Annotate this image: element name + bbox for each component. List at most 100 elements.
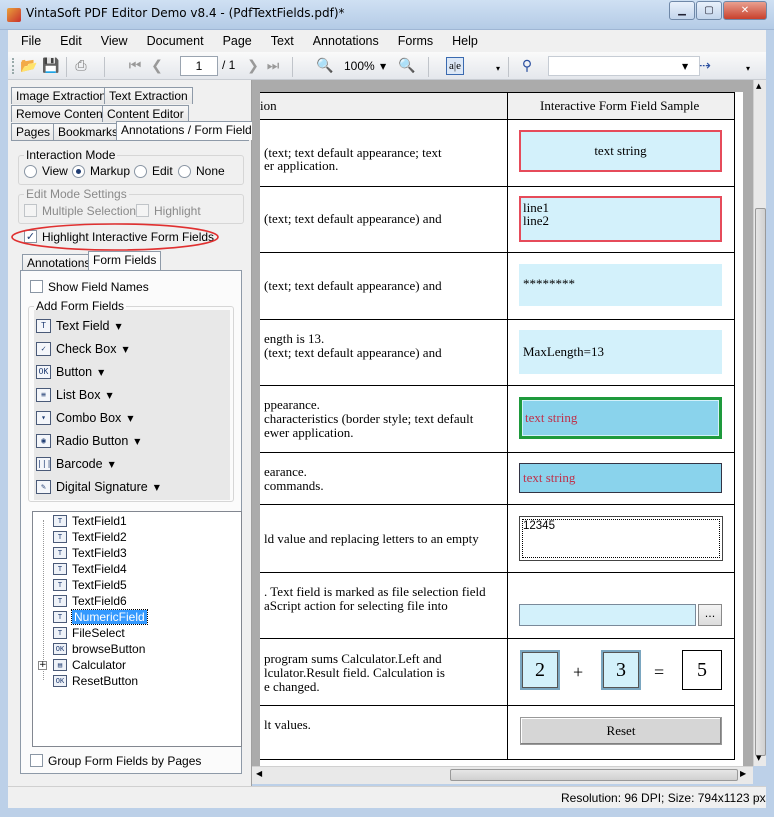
maximize-button[interactable]: ▢: [696, 1, 722, 20]
document-viewer[interactable]: ion Interactive Form Field Sample (text;…: [252, 80, 753, 766]
print-icon[interactable]: ⎙: [72, 57, 90, 75]
tree-item[interactable]: T TextField5: [39, 577, 127, 593]
radio-edit[interactable]: [134, 165, 147, 178]
menu-page[interactable]: Page: [210, 34, 258, 48]
toolbar-overflow-icon[interactable]: ▾: [746, 64, 750, 73]
dropdown-arrow-icon: ▼: [134, 436, 141, 446]
tree-item[interactable]: T TextField3: [39, 545, 127, 561]
add-check-box-button[interactable]: ✓ Check Box ▼: [36, 339, 129, 359]
add-item-label: List Box: [56, 388, 101, 402]
scroll-down-icon[interactable]: ▼: [756, 754, 761, 762]
zoom-out-icon[interactable]: 🔍: [316, 57, 334, 75]
tree-item[interactable]: OK ResetButton: [39, 673, 138, 689]
toolbar-overflow-icon[interactable]: ▾: [496, 64, 500, 73]
horizontal-scrollbar[interactable]: ◀ ▶: [252, 766, 753, 784]
calculator-left-field[interactable]: 2: [520, 650, 560, 690]
calculator-right-field[interactable]: 3: [601, 650, 641, 690]
menu-help[interactable]: Help: [439, 34, 484, 48]
add-button-button[interactable]: OK Button ▼: [36, 362, 104, 382]
tree-item[interactable]: T TextField4: [39, 561, 127, 577]
first-page-icon[interactable]: ⏮: [126, 57, 144, 75]
previous-page-icon[interactable]: ❮: [148, 57, 166, 75]
radio-markup-label: Markup: [90, 164, 131, 178]
tab-image-extraction[interactable]: Image Extraction: [11, 87, 112, 104]
numeric-field[interactable]: 12345: [519, 516, 723, 561]
search-dropdown-icon[interactable]: ▼: [682, 62, 688, 71]
resize-grip-icon[interactable]: ⋰: [752, 795, 761, 805]
menu-forms[interactable]: Forms: [385, 34, 439, 48]
text-selection-icon[interactable]: a|e: [446, 57, 464, 75]
find-next-icon[interactable]: ⇢: [696, 57, 714, 75]
tree-item[interactable]: OK browseButton: [39, 641, 145, 657]
radio-view-label: View: [42, 164, 68, 178]
tab-pages[interactable]: Pages: [11, 123, 56, 140]
scroll-up-icon[interactable]: ▲: [756, 82, 761, 90]
zoom-dropdown-arrow-icon[interactable]: ▼: [380, 62, 386, 71]
multiple-selection-label: Multiple Selection: [42, 204, 137, 218]
reset-button[interactable]: Reset: [520, 717, 722, 745]
vertical-scroll-thumb[interactable]: [755, 208, 766, 756]
find-binoculars-icon[interactable]: ⚲: [518, 57, 536, 75]
add-barcode-button[interactable]: ||| Barcode ▼: [36, 454, 115, 474]
styled-text-field[interactable]: text string: [519, 397, 722, 439]
tree-item[interactable]: T TextField2: [39, 529, 127, 545]
tree-item[interactable]: T TextField1: [39, 513, 127, 529]
save-icon[interactable]: 💾: [42, 57, 60, 75]
tab-bookmarks[interactable]: Bookmarks: [53, 123, 124, 140]
menu-view[interactable]: View: [88, 34, 134, 48]
vertical-scrollbar[interactable]: ▲ ▼: [753, 80, 766, 766]
menu-edit[interactable]: Edit: [47, 34, 88, 48]
tree-item[interactable]: T FileSelect: [39, 625, 125, 641]
add-text-field-button[interactable]: T Text Field ▼: [36, 316, 122, 336]
menu-file[interactable]: File: [8, 34, 47, 48]
tab-remove-content[interactable]: Remove Content: [11, 105, 112, 122]
radio-view[interactable]: [24, 165, 37, 178]
radio-none[interactable]: [178, 165, 191, 178]
tab-content-editor[interactable]: Content Editor: [102, 105, 189, 122]
radio-markup[interactable]: [72, 165, 85, 178]
scroll-right-icon[interactable]: ▶: [740, 769, 746, 778]
next-page-icon[interactable]: ❯: [244, 57, 262, 75]
add-combo-box-button[interactable]: ▾ Combo Box ▼: [36, 408, 133, 428]
maxlength-field[interactable]: MaxLength=13: [519, 330, 722, 374]
show-field-names-checkbox[interactable]: [30, 280, 43, 293]
minimize-button[interactable]: ▁: [669, 1, 695, 20]
password-field[interactable]: ********: [519, 264, 722, 306]
close-button[interactable]: ✕: [723, 1, 767, 20]
zoom-in-icon[interactable]: 🔍: [398, 57, 416, 75]
tree-item[interactable]: T TextField6: [39, 593, 127, 609]
last-page-icon[interactable]: ⏭: [264, 57, 282, 75]
multiple-selection-checkbox[interactable]: [24, 204, 37, 217]
file-select-field[interactable]: [519, 604, 696, 626]
text-field-2-multiline[interactable]: line1 line2: [519, 196, 722, 242]
group-by-pages-checkbox[interactable]: [30, 754, 43, 767]
dropdown-arrow-icon: ▼: [115, 321, 122, 331]
highlight-checkbox[interactable]: [136, 204, 149, 217]
add-radio-button-button[interactable]: ◉ Radio Button ▼: [36, 431, 140, 451]
tree-item-selected[interactable]: T NumericField: [39, 609, 148, 625]
open-folder-icon[interactable]: 📂: [20, 57, 38, 75]
menu-document[interactable]: Document: [134, 34, 210, 48]
tab-annotations[interactable]: Annotations: [22, 254, 96, 271]
tab-form-fields[interactable]: Form Fields: [88, 251, 162, 270]
menu-text[interactable]: Text: [258, 34, 300, 48]
tab-text-extraction[interactable]: Text Extraction: [104, 87, 193, 104]
browse-button[interactable]: ...: [698, 604, 722, 626]
scroll-left-icon[interactable]: ◀: [256, 769, 262, 778]
tab-annotations-form-fields[interactable]: Annotations / Form Fields: [116, 121, 263, 140]
tree-item-label: browseButton: [72, 642, 146, 656]
form-fields-tree[interactable]: T TextField1 T TextField2 T TextField3 T Tex…: [32, 511, 242, 747]
horizontal-scroll-thumb[interactable]: [450, 769, 738, 781]
search-input[interactable]: [548, 56, 700, 76]
menu-annotations[interactable]: Annotations: [300, 34, 385, 48]
list-box-icon: ≡: [36, 388, 51, 402]
text-field-icon: T: [53, 515, 67, 527]
page-number-input[interactable]: 1: [180, 56, 218, 76]
zoom-level[interactable]: 100%: [344, 56, 394, 76]
left-panel: Image Extraction Text Extraction Remove …: [8, 80, 263, 786]
text-field-1[interactable]: text string: [519, 130, 722, 172]
add-list-box-button[interactable]: ≡ List Box ▼: [36, 385, 113, 405]
add-digital-signature-button[interactable]: ✎ Digital Signature ▼: [36, 477, 160, 497]
command-text-field[interactable]: text string: [519, 463, 722, 493]
tree-item[interactable]: ▤ Calculator: [39, 657, 126, 673]
